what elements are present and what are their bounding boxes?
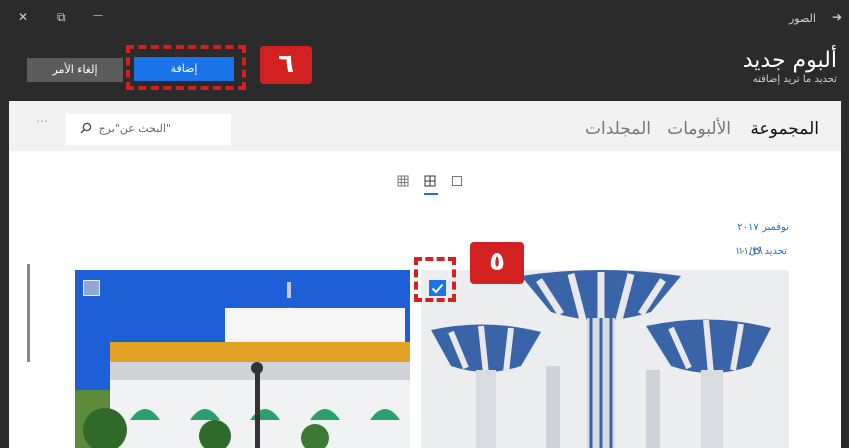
annotation-add-frame [126, 45, 246, 90]
scrollbar[interactable] [27, 264, 30, 362]
tab-folders[interactable]: المجلدات [585, 119, 651, 139]
tab-albums[interactable]: الألبومات [667, 119, 731, 139]
select-all-link[interactable]: تحديد كل ١٠ [735, 246, 787, 257]
annotation-badge-check: ٥ [470, 242, 524, 284]
small-grid-icon[interactable] [397, 175, 409, 187]
search-icon[interactable] [80, 122, 92, 134]
app-window: ✕ ⧉ — الصور ➔ إلغاء الأمر إضافة ٦ ألبوم … [0, 0, 849, 448]
photo-entertainment-city[interactable] [75, 270, 410, 448]
photo-checkbox-unchecked[interactable] [83, 280, 100, 296]
search-placeholder: البحث عن"برج" [98, 122, 171, 135]
close-icon[interactable]: ✕ [18, 10, 28, 24]
album-header: ألبوم جديد تحديد ما تريد إضافته [743, 48, 837, 85]
app-name: الصور [789, 12, 816, 25]
photo-entertainment-city-image [75, 270, 410, 448]
photo-kuwait-towers-image [421, 270, 789, 448]
tab-collection[interactable]: المجموعة [750, 119, 819, 139]
minimize-icon[interactable]: — [93, 10, 103, 21]
back-arrow-icon[interactable]: ➔ [832, 10, 842, 24]
nav-bar: المجموعة الألبومات المجلدات البحث عن"برج… [9, 101, 841, 151]
restore-icon[interactable]: ⧉ [57, 10, 66, 25]
view-mode-indicator [424, 193, 438, 195]
date-group-month: نوفمبر ٢٠١٧ [737, 222, 789, 233]
annotation-check-frame [414, 257, 456, 302]
photo-kuwait-towers[interactable] [421, 270, 789, 448]
cancel-button[interactable]: إلغاء الأمر [27, 58, 123, 82]
more-options-icon[interactable]: ⋯ [36, 114, 48, 128]
large-tile-icon[interactable] [451, 175, 463, 187]
page-title: ألبوم جديد [742, 48, 837, 73]
title-bar: ✕ ⧉ — الصور ➔ [0, 0, 849, 40]
page-subtitle: تحديد ما تريد إضافته [752, 74, 837, 85]
medium-grid-icon[interactable] [424, 175, 436, 187]
search-input[interactable]: البحث عن"برج" [66, 114, 231, 145]
annotation-badge-add: ٦ [260, 46, 312, 84]
